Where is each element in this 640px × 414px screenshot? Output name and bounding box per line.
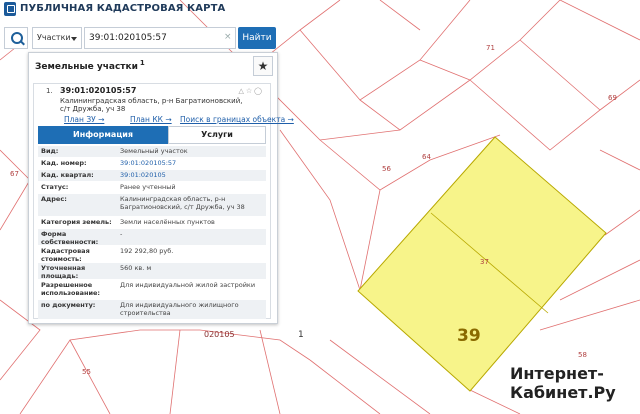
attribute-key: Вид: xyxy=(41,147,59,155)
plan-zu-link[interactable]: План ЗУ → xyxy=(64,115,104,124)
parcel-number-label: 39 xyxy=(457,326,481,346)
plan-kk-link[interactable]: План КК → xyxy=(130,115,172,124)
map-label-69: 69 xyxy=(608,94,617,102)
attribute-row: Вид: Земельный участок xyxy=(38,146,266,158)
map-label-quarter: 020105 xyxy=(204,330,235,339)
attribute-key: по документу: xyxy=(41,301,96,309)
attribute-value: Для индивидуального жилищного строительс… xyxy=(120,301,239,317)
map-label-64: 64 xyxy=(422,153,431,161)
attribute-row: Статус: Ранее учтенный xyxy=(38,182,266,194)
search-type-select[interactable]: Участки xyxy=(32,27,82,49)
attribute-row: Кадастровая стоимость: 192 292,80 руб. xyxy=(38,246,266,263)
map-label-37: 37 xyxy=(480,258,489,266)
attribute-value: Калининградская область, р-н Багратионов… xyxy=(120,195,245,211)
result-number: 1. xyxy=(46,87,53,95)
map-label-71: 71 xyxy=(486,44,495,52)
result-tools-icons[interactable]: △☆◯ xyxy=(239,87,265,95)
find-button[interactable]: Найти xyxy=(238,27,276,49)
app-title: ПУБЛИЧНАЯ КАДАСТРОВАЯ КАРТА xyxy=(20,3,226,14)
attribute-key: Уточненная площадь: xyxy=(41,264,86,280)
result-cad-number[interactable]: 39:01:020105:57 xyxy=(60,86,136,95)
logo-icon xyxy=(4,2,16,16)
attribute-row: Категория земель: Земли населённых пункто… xyxy=(38,217,266,229)
map-label-58: 58 xyxy=(578,351,587,359)
attribute-value: Для индивидуальной жилой застройки xyxy=(120,281,256,289)
attribute-value: 560 кв. м xyxy=(120,264,152,272)
watermark: Интернет- Кабинет.Ру xyxy=(510,364,616,402)
attribute-row: Кад. квартал: 39:01:020105 xyxy=(38,170,266,182)
attribute-key: Кад. номер: xyxy=(41,159,87,167)
attribute-key: Кад. квартал: xyxy=(41,171,94,179)
map-label-56: 56 xyxy=(382,165,391,173)
attribute-row: Адрес: Калининградская область, р-н Багра… xyxy=(38,194,266,217)
attribute-key: Категория земель: xyxy=(41,218,112,226)
results-panel: Земельные участки 1 ★ 1. 39:01:020105:57 … xyxy=(28,52,294,324)
chevron-down-icon xyxy=(71,37,77,41)
attribute-value: 192 292,80 руб. xyxy=(120,247,174,255)
map-label-55: 55 xyxy=(82,368,91,376)
panel-header: Земельные участки 1 ★ xyxy=(29,53,277,79)
top-bar: ПУБЛИЧНАЯ КАДАСТРОВАЯ КАРТА xyxy=(0,0,640,22)
attribute-value: Земельный участок xyxy=(120,147,188,155)
attribute-row: Разрешенное использование: Для индивидуал… xyxy=(38,280,266,300)
result-count: 1 xyxy=(139,59,145,67)
attribute-value: Ранее учтенный xyxy=(120,183,176,191)
tab-services[interactable]: Услуги xyxy=(168,126,266,144)
attribute-key: Разрешенное использование: xyxy=(41,281,101,297)
search-row: Участки 39:01:020105:57 × Найти xyxy=(4,27,276,49)
search-icon[interactable] xyxy=(4,27,28,49)
attribute-value: Земли населённых пунктов xyxy=(120,218,215,226)
attribute-row: Форма собственности: - xyxy=(38,229,266,246)
attribute-value[interactable]: 39:01:020105 xyxy=(120,171,264,179)
attribute-key: Кадастровая стоимость: xyxy=(41,247,90,263)
search-input[interactable]: 39:01:020105:57 xyxy=(84,27,236,49)
attribute-row: Уточненная площадь: 560 кв. м xyxy=(38,263,266,280)
favorite-star-button[interactable]: ★ xyxy=(253,56,273,76)
attribute-value[interactable]: 39:01:020105:57 xyxy=(120,159,264,167)
attribute-row: Кад. номер: 39:01:020105:57 xyxy=(38,158,266,170)
result-tabs: Информация Услуги xyxy=(38,126,266,144)
attribute-row: по документу: Для индивидуального жилищно… xyxy=(38,300,266,320)
tab-information[interactable]: Информация xyxy=(38,126,168,144)
attribute-key: Адрес: xyxy=(41,195,67,203)
attribute-key: Статус: xyxy=(41,183,69,191)
attribute-value: - xyxy=(120,230,123,238)
search-type-label: Участки xyxy=(37,33,71,42)
map-label-67: 67 xyxy=(10,170,19,178)
map-label-1: 1 xyxy=(298,330,304,340)
clear-icon[interactable]: × xyxy=(224,32,232,42)
attributes-table: Вид: Земельный участок Кад. номер: 39:01:02… xyxy=(38,146,266,320)
search-in-bounds-link[interactable]: Поиск в границах объекта → xyxy=(180,115,294,124)
panel-title: Земельные участки 1 xyxy=(35,59,145,72)
attribute-key: Форма собственности: xyxy=(41,230,99,246)
result-card: 1. 39:01:020105:57 △☆◯ Калининградская о… xyxy=(33,83,294,320)
result-address: Калининградская область, р-н Багратионов… xyxy=(60,97,243,113)
